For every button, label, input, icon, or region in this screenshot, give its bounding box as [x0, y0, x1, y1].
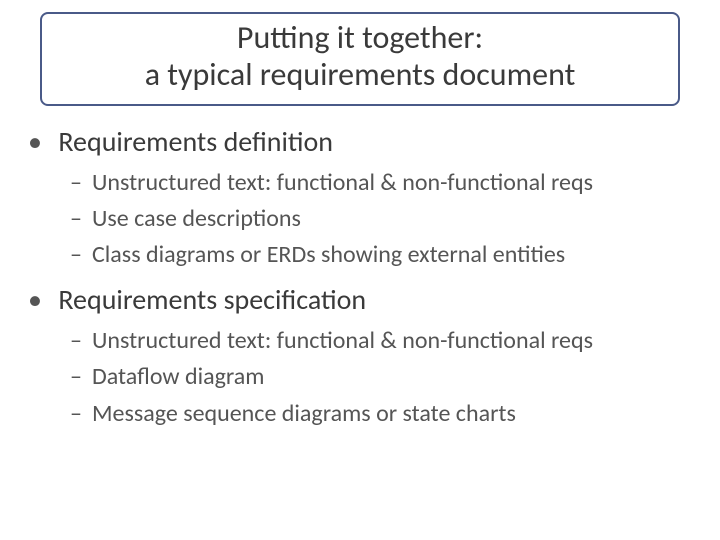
- list-item: Unstructured text: functional & non-func…: [70, 325, 694, 357]
- list-item: Class diagrams or ERDs showing external …: [70, 239, 694, 271]
- slide-content: Requirements definition Unstructured tex…: [18, 124, 702, 430]
- list-item: Unstructured text: functional & non-func…: [70, 167, 694, 199]
- list-item: Use case descriptions: [70, 203, 694, 235]
- section-heading: Requirements specification: [58, 282, 366, 317]
- list-item: Dataflow diagram: [70, 361, 694, 393]
- section-heading: Requirements definition: [58, 124, 333, 159]
- title-line-1: Putting it together:: [237, 18, 483, 57]
- bullet-list-level1: Requirements definition Unstructured tex…: [26, 124, 694, 430]
- section-0: Requirements definition Unstructured tex…: [26, 124, 694, 272]
- bullet-list-level2: Unstructured text: functional & non-func…: [70, 325, 694, 430]
- slide-title: Putting it together: a typical requireme…: [40, 12, 680, 106]
- title-line-2: a typical requirements document: [145, 55, 576, 94]
- section-1: Requirements specification Unstructured …: [26, 282, 694, 430]
- bullet-list-level2: Unstructured text: functional & non-func…: [70, 167, 694, 272]
- list-item: Message sequence diagrams or state chart…: [70, 398, 694, 430]
